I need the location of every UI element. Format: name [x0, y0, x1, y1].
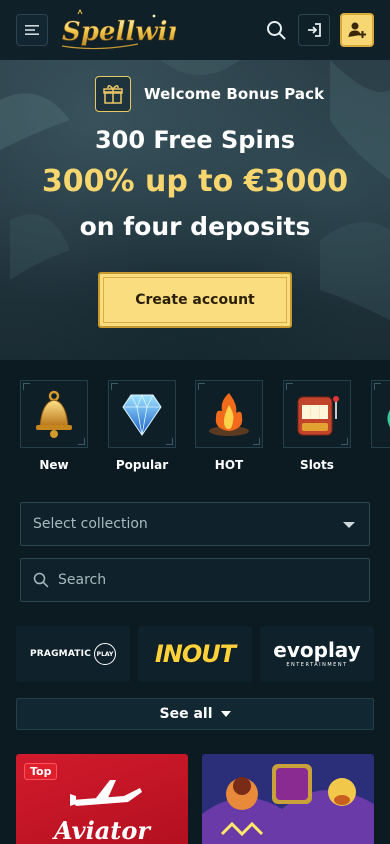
category-tile [108, 380, 176, 448]
menu-button[interactable] [16, 14, 48, 46]
search-placeholder: Search [58, 572, 107, 588]
login-icon [308, 23, 321, 37]
free-spins-text: 300 Free Spins [94, 126, 296, 154]
category-label: Popular [115, 458, 169, 472]
slot-machine-icon [297, 396, 339, 436]
evoplay-subtitle: ENTERTAINMENT [286, 662, 348, 668]
gift-icon [95, 76, 131, 112]
evoplay-logo: evoplay [273, 638, 361, 662]
bonus-percent-text: 300% up to €3000 [41, 164, 349, 199]
search-button[interactable] [262, 16, 290, 44]
category-tile [195, 380, 263, 448]
airplane-icon [70, 780, 142, 806]
search-icon [33, 572, 49, 588]
welcome-banner: Welcome Bonus Pack 300 Free Spins 300% u… [0, 60, 390, 360]
category-slots[interactable]: Slots [283, 380, 351, 472]
page: Spellwin Welcome Bonus Pack 300 Free Spi… [0, 0, 390, 844]
provider-logo-text: PRAGMATIC [30, 649, 91, 659]
spellwin-logo[interactable]: Spellwin [58, 8, 187, 52]
see-all-label: See all [159, 706, 213, 722]
game-card-2[interactable] [202, 754, 374, 844]
category-tile [371, 380, 390, 448]
see-all-button[interactable]: See all [16, 698, 374, 730]
category-tile [283, 380, 351, 448]
search-icon [267, 21, 286, 40]
register-button[interactable] [340, 13, 374, 47]
provider-inout[interactable]: INOUT [138, 626, 252, 682]
provider-logo-badge: PLAY [94, 643, 116, 665]
fire-icon [209, 393, 249, 436]
category-label: New [39, 458, 69, 472]
jackpot-icon [387, 409, 390, 427]
category-label: J [371, 458, 390, 472]
category-label: Slots [300, 458, 334, 472]
create-account-label: Create account [135, 292, 255, 308]
add-user-icon [348, 22, 366, 38]
login-button[interactable] [298, 14, 330, 46]
create-account-button[interactable]: Create account [98, 272, 292, 328]
top-badge: Top [24, 763, 58, 780]
chevron-down-icon [220, 711, 231, 717]
game-title: Aviator [54, 816, 150, 844]
category-new[interactable]: New [20, 380, 88, 472]
deposits-text: on four deposits [79, 212, 311, 241]
top-header: Spellwin [0, 0, 390, 60]
collection-select-value: Select collection [33, 516, 148, 532]
category-label: HOT [214, 458, 244, 472]
category-hot[interactable]: HOT [195, 380, 263, 472]
bell-icon [36, 390, 72, 438]
hamburger-icon [25, 25, 39, 35]
bonus-pack-title: Welcome Bonus Pack [144, 85, 325, 103]
collection-select[interactable]: Select collection [20, 502, 370, 546]
inout-logo: INOUT [154, 640, 236, 668]
svg-text:Spellwin: Spellwin [62, 17, 176, 47]
category-strip: New Popular HOT Slots [0, 380, 390, 480]
game-search-input[interactable]: Search [20, 558, 370, 602]
diamond-icon [122, 393, 162, 436]
pragmatic-play-logo: PRAGMATIC PLAY [30, 643, 116, 665]
chevron-down-icon [343, 522, 355, 528]
category-jackpot[interactable]: J [371, 380, 390, 472]
provider-pragmatic-play[interactable]: PRAGMATIC PLAY [16, 626, 130, 682]
category-popular[interactable]: Popular [108, 380, 176, 472]
provider-evoplay[interactable]: evoplay ENTERTAINMENT [260, 626, 374, 682]
game-artwork [202, 754, 374, 844]
category-tile [20, 380, 88, 448]
game-card-aviator[interactable]: Top Aviator [16, 754, 188, 844]
